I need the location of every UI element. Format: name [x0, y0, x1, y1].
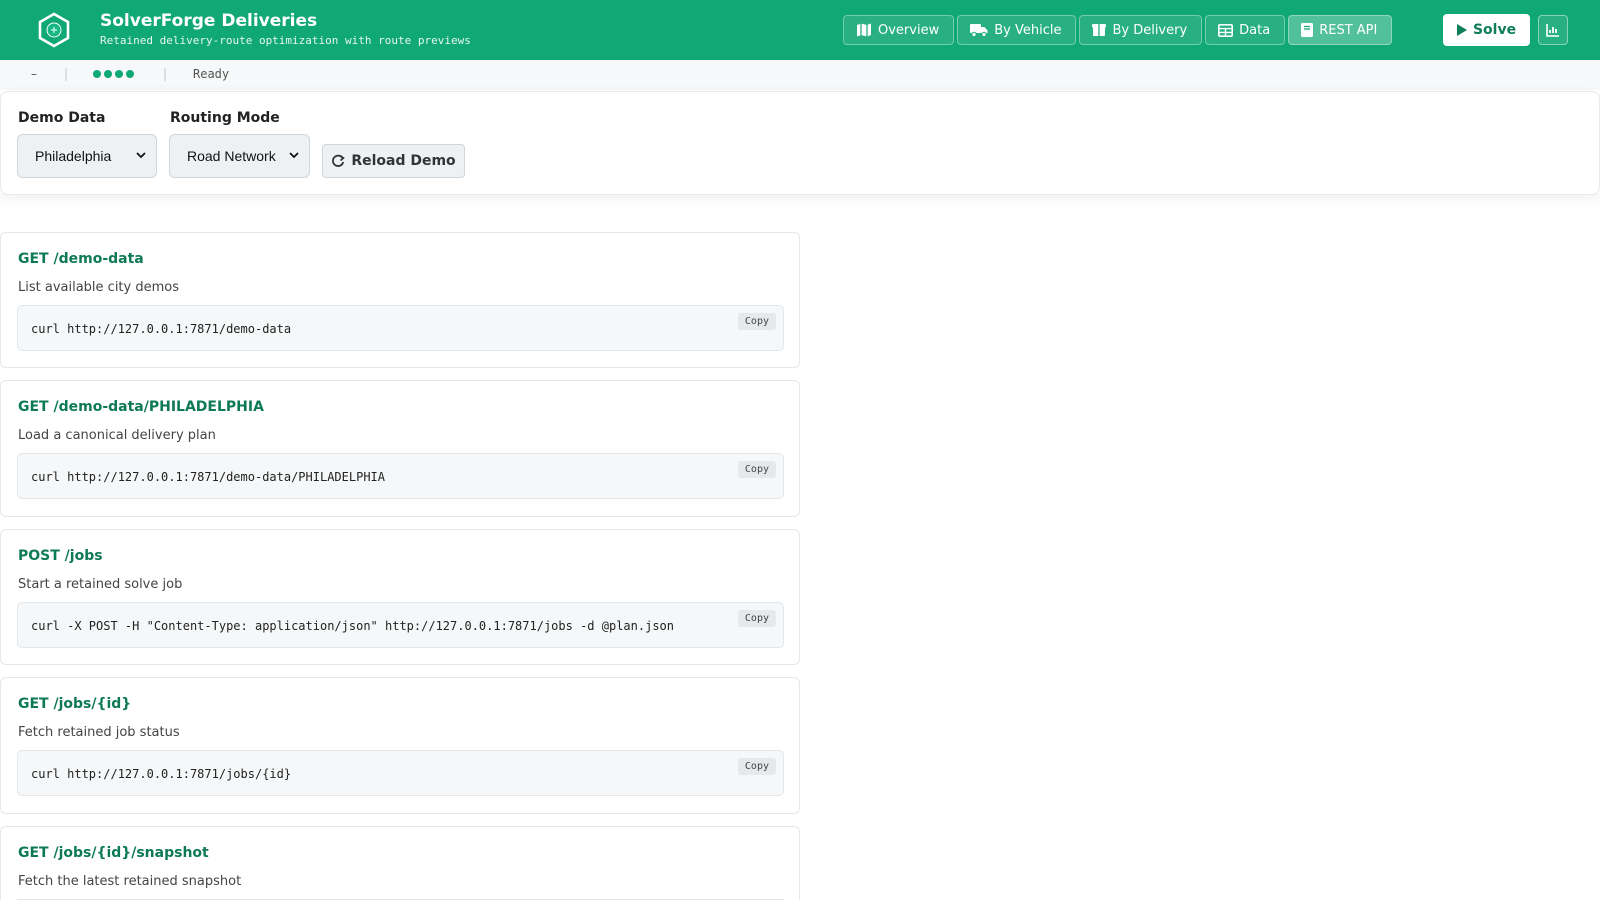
curl-command-block: curl -X POST -H "Content-Type: applicati…: [17, 602, 784, 648]
endpoint-title: GET /demo-data: [18, 251, 144, 267]
curl-command-block: curl http://127.0.0.1:7871/demo-data/PHI…: [17, 453, 784, 499]
box-icon: [1092, 24, 1107, 36]
endpoint-card: GET /jobs/{id}/snapshot Fetch the latest…: [0, 826, 800, 900]
nav-overview-label: Overview: [878, 22, 940, 38]
solve-button[interactable]: Solve: [1443, 14, 1530, 46]
nav-data[interactable]: Data: [1205, 15, 1286, 45]
copy-button[interactable]: Copy: [737, 758, 776, 775]
routing-mode-value: Road Network: [187, 148, 276, 164]
status-separator: |: [163, 67, 168, 81]
curl-command: curl http://127.0.0.1:7871/demo-data: [31, 322, 292, 336]
nav-by-delivery-label: By Delivery: [1112, 22, 1188, 38]
chevron-down-icon: [136, 152, 146, 159]
solver-progress-dots: [93, 70, 134, 78]
app-title: SolverForge Deliveries: [100, 11, 318, 31]
chart-icon: [1546, 24, 1559, 37]
map-icon: [857, 23, 871, 37]
status-text: Ready: [193, 67, 230, 81]
curl-command: curl -X POST -H "Content-Type: applicati…: [31, 619, 674, 633]
endpoint-description: Fetch retained job status: [18, 725, 180, 740]
progress-dot: [93, 70, 101, 78]
book-icon: [1301, 23, 1314, 37]
endpoint-title: GET /jobs/{id}: [18, 696, 132, 712]
endpoint-description: Load a canonical delivery plan: [18, 428, 216, 443]
demo-data-select[interactable]: Philadelphia: [17, 134, 157, 178]
copy-button[interactable]: Copy: [737, 313, 776, 330]
curl-command-block: curl http://127.0.0.1:7871/jobs/{id} Cop…: [17, 750, 784, 796]
endpoint-title: POST /jobs: [18, 548, 103, 564]
reload-demo-button[interactable]: Reload Demo: [322, 144, 465, 178]
endpoint-description: Fetch the latest retained snapshot: [18, 874, 242, 889]
solve-button-label: Solve: [1472, 22, 1517, 38]
nav-overview[interactable]: Overview: [843, 15, 955, 45]
nav-data-label: Data: [1239, 22, 1271, 38]
truck-icon: [970, 24, 988, 37]
progress-dot: [126, 70, 134, 78]
table-icon: [1218, 23, 1234, 37]
copy-button[interactable]: Copy: [737, 610, 776, 627]
analysis-button[interactable]: [1538, 15, 1568, 45]
nav-rest-api-label: REST API: [1319, 22, 1378, 38]
score-value: –: [31, 67, 37, 81]
endpoint-title: GET /jobs/{id}/snapshot: [18, 845, 209, 861]
chevron-down-icon: [289, 152, 299, 159]
controls-panel: Demo Data Philadelphia Routing Mode Road…: [0, 91, 1600, 195]
endpoint-card: GET /demo-data List available city demos…: [0, 232, 800, 368]
play-icon: [1456, 24, 1467, 36]
status-separator: |: [64, 67, 69, 81]
nav-by-vehicle-label: By Vehicle: [994, 22, 1062, 38]
endpoint-card: GET /demo-data/PHILADELPHIA Load a canon…: [0, 380, 800, 517]
nav-by-delivery[interactable]: By Delivery: [1079, 15, 1203, 45]
app-header: SolverForge Deliveries Retained delivery…: [0, 0, 1600, 60]
nav-by-vehicle[interactable]: By Vehicle: [957, 15, 1077, 45]
progress-dot: [115, 70, 123, 78]
endpoint-card: GET /jobs/{id} Fetch retained job status…: [0, 677, 800, 814]
refresh-icon: [332, 154, 346, 167]
routing-mode-select[interactable]: Road Network: [169, 134, 310, 178]
copy-button[interactable]: Copy: [737, 461, 776, 478]
view-nav: Overview By Vehicle By Delivery Data RES…: [843, 15, 1393, 45]
endpoint-title: GET /demo-data/PHILADELPHIA: [18, 399, 264, 415]
routing-mode-label: Routing Mode: [170, 110, 280, 126]
app-subtitle: Retained delivery-route optimization wit…: [100, 34, 471, 47]
endpoint-card: POST /jobs Start a retained solve job cu…: [0, 529, 800, 665]
progress-dot: [104, 70, 112, 78]
curl-command-block: curl http://127.0.0.1:7871/demo-data Cop…: [17, 305, 784, 351]
reload-demo-label: Reload Demo: [351, 153, 456, 169]
status-bar: – | | Ready: [0, 60, 1600, 90]
curl-command: curl http://127.0.0.1:7871/demo-data/PHI…: [31, 470, 386, 484]
curl-command: curl http://127.0.0.1:7871/jobs/{id}: [31, 767, 292, 781]
endpoint-description: Start a retained solve job: [18, 577, 183, 592]
endpoint-description: List available city demos: [18, 280, 179, 295]
nav-rest-api[interactable]: REST API: [1288, 15, 1393, 45]
demo-data-label: Demo Data: [18, 110, 106, 126]
demo-data-value: Philadelphia: [35, 148, 112, 164]
logo-icon: [38, 12, 70, 48]
